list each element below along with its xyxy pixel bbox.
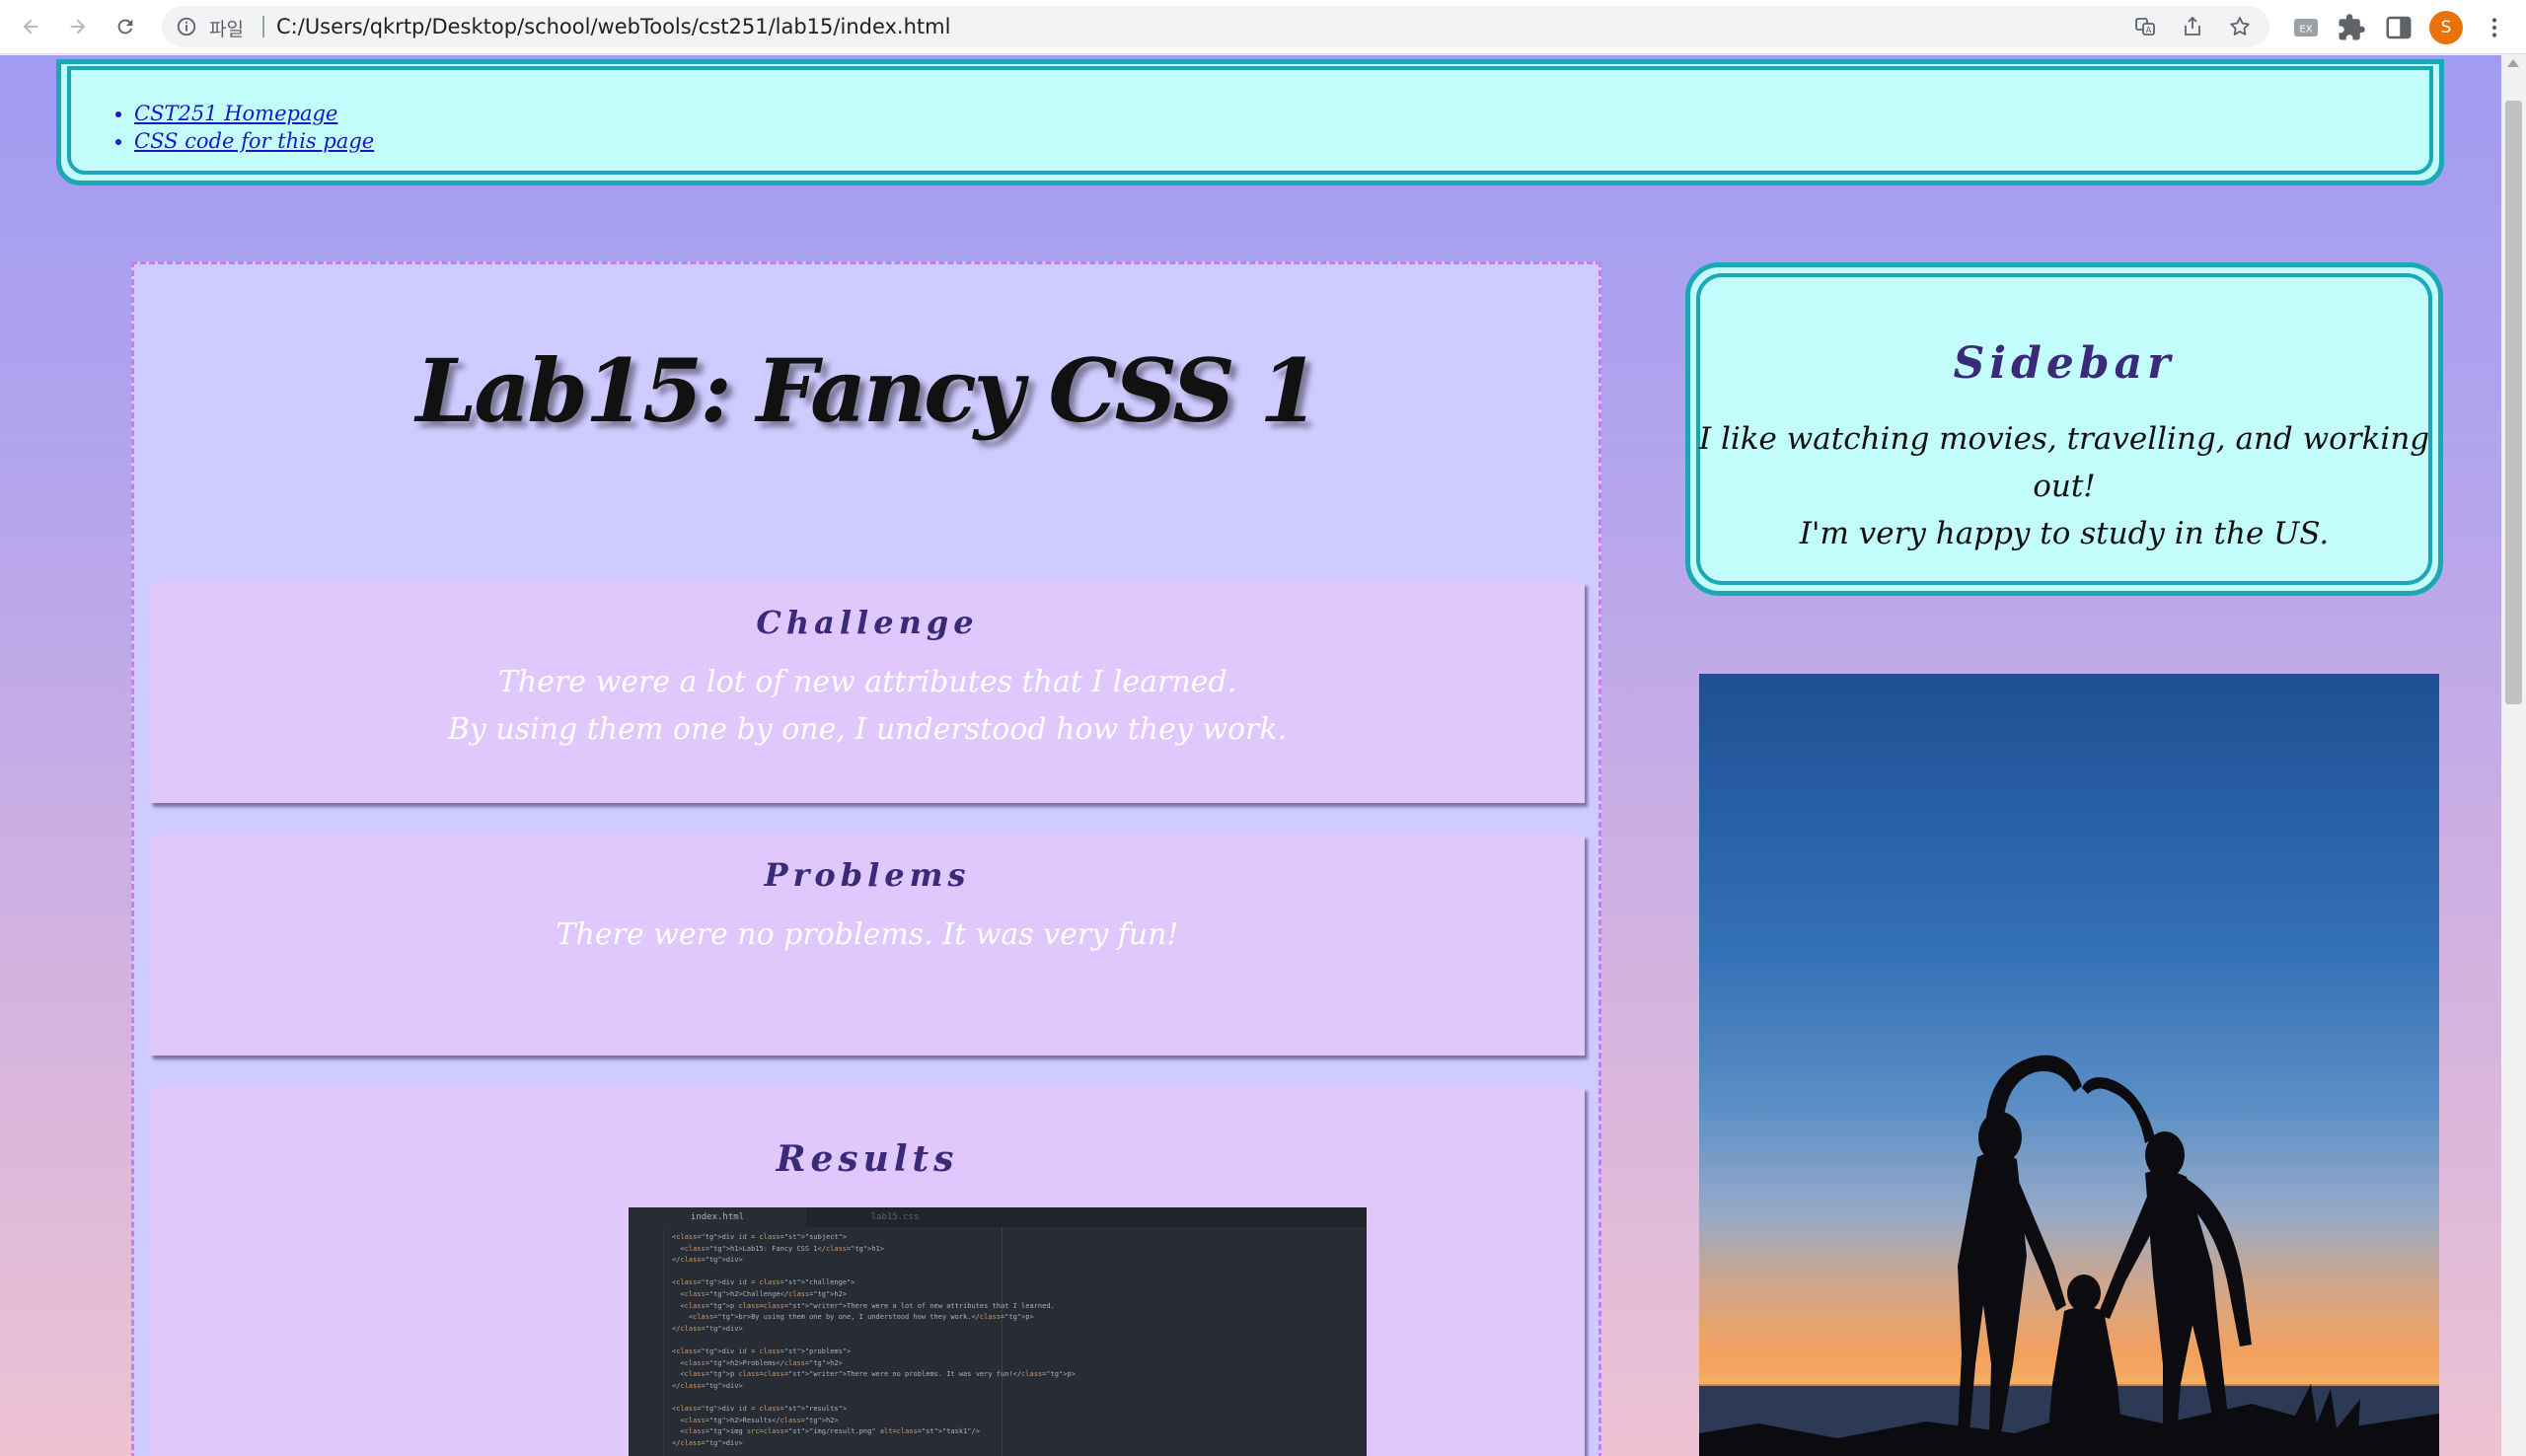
svg-text:A: A — [2146, 26, 2152, 35]
profile-avatar[interactable]: S — [2429, 11, 2463, 44]
reload-icon — [117, 19, 133, 35]
nav-item-css-code: CSS code for this page — [134, 127, 374, 155]
forward-arrow-icon — [70, 19, 86, 35]
editor-tab-inactive: lab15.css — [870, 1212, 920, 1222]
svg-text:EX: EX — [2299, 25, 2312, 36]
results-code-screenshot: index.html lab15.css <class="tg">div id … — [629, 1207, 1367, 1456]
challenge-text: There were a lot of new attributes that … — [150, 659, 1585, 754]
extensions-puzzle-icon[interactable] — [2337, 13, 2366, 42]
address-bar[interactable]: 파일 C:/Users/qkrtp/Desktop/school/webTool… — [162, 6, 2269, 47]
separator — [262, 16, 264, 37]
side-panel-icon[interactable] — [2384, 13, 2414, 42]
challenge-line-2: By using them one by one, I understood h… — [447, 712, 1288, 747]
code-line: <class="tg">h2>Problems</class="tg">h2> — [672, 1358, 843, 1367]
top-nav: CST251 Homepage CSS code for this page — [56, 59, 2444, 185]
editor-gutter — [629, 1227, 664, 1456]
challenge-line-1: There were a lot of new attributes that … — [497, 665, 1237, 699]
code-line: <class="tg">img src=class="st">"img/resu… — [672, 1427, 980, 1436]
nav-list: CST251 Homepage CSS code for this page — [134, 100, 374, 155]
forward-button[interactable] — [59, 8, 97, 45]
sidebar: Sidebar I like watching movies, travelli… — [1685, 262, 2443, 596]
share-icon[interactable] — [2181, 15, 2204, 38]
sidebar-line-2: I'm very happy to study in the US. — [1799, 516, 2330, 551]
url-text[interactable]: C:/Users/qkrtp/Desktop/school/webTools/c… — [276, 15, 950, 38]
back-arrow-icon — [23, 19, 38, 35]
family-silhouette-image — [1699, 1055, 2439, 1456]
code-line: <class="tg">div id = class="st">"challen… — [672, 1278, 855, 1287]
code-line: </class="tg">div> — [672, 1438, 743, 1447]
editor-tab-bar: index.html lab15.css — [629, 1207, 1367, 1227]
main-content: Lab15: Fancy CSS 1 Challenge There were … — [131, 261, 1601, 1456]
sidebar-heading: Sidebar — [1953, 338, 2176, 389]
browser-toolbar: 파일 C:/Users/qkrtp/Desktop/school/webTool… — [0, 0, 2526, 54]
nav-item-homepage: CST251 Homepage — [134, 100, 374, 127]
sidebar-text: I like watching movies, travelling, and … — [1690, 415, 2438, 557]
css-code-link[interactable]: CSS code for this page — [134, 129, 374, 153]
editor-code: <class="tg">div id = class="st">"subject… — [672, 1233, 1279, 1456]
reload-button[interactable] — [107, 8, 144, 45]
info-icon[interactable] — [176, 16, 197, 37]
code-line: <class="tg">div id = class="st">"results… — [672, 1404, 848, 1413]
scroll-up-arrow-icon[interactable] — [2507, 59, 2519, 67]
extension-ex-icon[interactable]: EX — [2291, 13, 2321, 42]
results-section: Results index.html lab15.css <class="tg"… — [150, 1087, 1585, 1456]
page-title: Lab15: Fancy CSS 1 — [415, 339, 1319, 442]
challenge-heading: Challenge — [756, 604, 979, 641]
page-viewport: CST251 Homepage CSS code for this page L… — [0, 55, 2501, 1456]
translate-icon[interactable]: A — [2133, 15, 2157, 38]
code-line: <class="tg">div id = class="st">"problem… — [672, 1347, 852, 1355]
problems-text: There were no problems. It was very fun! — [556, 917, 1179, 952]
sidebar-line-1: I like watching movies, travelling, and … — [1698, 421, 2430, 504]
code-line: <class="tg">h1>Lab15: Fancy CSS 1</class… — [672, 1244, 884, 1253]
challenge-section: Challenge There were a lot of new attrib… — [150, 582, 1585, 803]
code-line: <class="tg">div id = class="st">"subject… — [672, 1233, 848, 1241]
vertical-scrollbar[interactable] — [2501, 55, 2526, 1456]
code-line: </class="tg">div> — [672, 1381, 743, 1390]
sunset-family-photo — [1699, 674, 2439, 1456]
code-line: <class="tg">p class=class="st">"writer">… — [672, 1301, 1055, 1310]
problems-heading: Problems — [764, 856, 971, 894]
scheme-label: 파일 — [209, 19, 244, 40]
problems-section: Problems There were no problems. It was … — [150, 835, 1585, 1056]
code-line: </class="tg">div> — [672, 1324, 743, 1333]
more-menu-icon[interactable] — [2482, 14, 2507, 41]
homepage-link[interactable]: CST251 Homepage — [134, 102, 337, 125]
code-line: </class="tg">div> — [672, 1256, 743, 1265]
editor-tab-active: index.html — [629, 1207, 806, 1227]
code-line: <class="tg">br>By using them one by one,… — [672, 1313, 1034, 1322]
back-button[interactable] — [12, 8, 49, 45]
scrollbar-thumb[interactable] — [2505, 101, 2522, 704]
code-line: <class="tg">h2>Challenge</class="tg">h2> — [672, 1289, 848, 1298]
code-line: <class="tg">h2>Results</class="tg">h2> — [672, 1416, 839, 1424]
top-nav-inner-border — [67, 66, 2433, 175]
code-line: <class="tg">p class=class="st">"writer">… — [672, 1370, 1076, 1379]
results-heading: Results — [776, 1138, 959, 1180]
bookmark-star-icon[interactable] — [2228, 15, 2252, 38]
